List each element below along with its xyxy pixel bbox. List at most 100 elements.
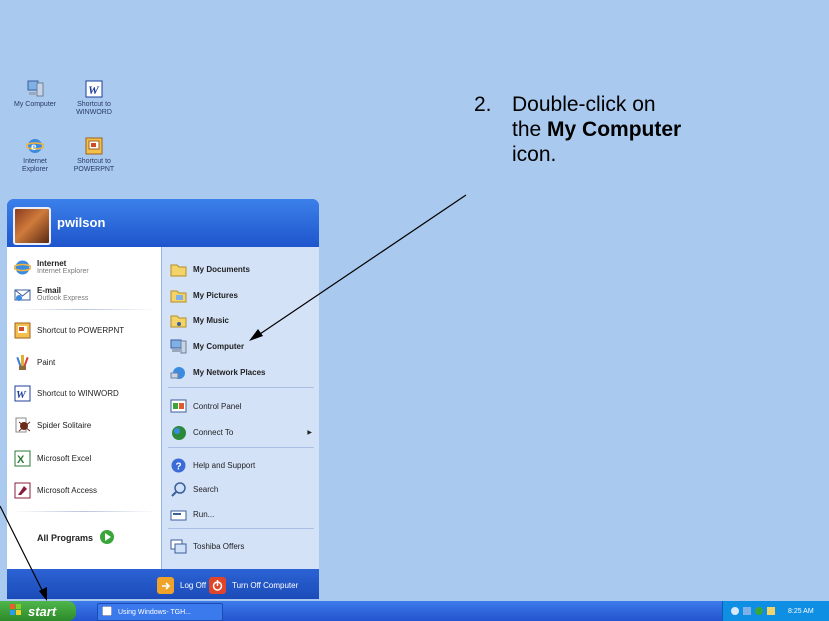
start-label: start (28, 603, 57, 619)
menu-item-label: Shortcut to POWERPNT (37, 325, 125, 335)
menu-item-label: Spider Solitaire (37, 420, 92, 430)
desktop-icon-internet-explorer[interactable]: e Internet Explorer (5, 137, 65, 174)
excel-icon: X (14, 450, 31, 467)
start-menu-header: pwilson (7, 199, 319, 247)
powerpoint-icon (14, 322, 31, 339)
menu-item-sublabel: Outlook Express (37, 295, 89, 302)
folder-icon (170, 261, 187, 278)
menu-item-email[interactable]: E-mail Outlook Express (14, 283, 88, 305)
help-icon: ? (170, 457, 187, 474)
menu-item-sublabel: Internet Explorer (37, 268, 89, 275)
svg-text:e: e (31, 142, 37, 153)
all-programs-label: All Programs (37, 533, 94, 543)
desktop-icon-winword[interactable]: W Shortcut to WINWORD (64, 80, 124, 117)
menu-item-spider-solitaire[interactable]: Spider Solitaire (14, 414, 91, 436)
menu-item-my-documents[interactable]: My Documents (170, 258, 250, 280)
word-icon (101, 605, 113, 618)
access-icon (14, 482, 31, 499)
desktop-icon-label: My Computer (13, 101, 56, 108)
step-number: 2. (474, 93, 492, 116)
start-button[interactable]: start (0, 601, 76, 621)
menu-item-label: My Pictures (193, 290, 238, 300)
taskbar-button-document[interactable]: Using Windows- TGH... (97, 603, 223, 621)
start-menu-footer: Log Off Turn Off Computer (7, 569, 319, 599)
menu-item-winword[interactable]: W Shortcut to WINWORD (14, 382, 119, 404)
taskbar: start Using Windows- TGH... 8:25 AM (0, 601, 829, 621)
connect-icon (170, 424, 187, 441)
desktop-icon-label: Explorer (21, 166, 49, 173)
windows-logo-icon (10, 603, 22, 619)
menu-item-toshiba-offers[interactable]: Toshiba Offers (170, 535, 244, 557)
divider (168, 447, 314, 448)
tray-icons[interactable] (730, 605, 780, 617)
instruction-bold: My Computer (547, 118, 682, 141)
network-icon (170, 364, 187, 381)
spider-icon (14, 417, 31, 434)
menu-item-my-network-places[interactable]: My Network Places (170, 361, 265, 383)
svg-text:X: X (17, 454, 25, 466)
folder-music-icon (170, 312, 187, 329)
menu-item-control-panel[interactable]: Control Panel (170, 395, 241, 417)
start-menu: pwilson Internet Internet Explorer E-mail… (7, 199, 319, 599)
menu-item-label: Control Panel (193, 401, 242, 411)
instruction-text: icon. (512, 143, 557, 166)
menu-item-excel[interactable]: X Microsoft Excel (14, 447, 91, 469)
menu-item-connect-to[interactable]: Connect To ▶ (170, 421, 312, 443)
menu-item-internet[interactable]: Internet Internet Explorer (13, 256, 89, 278)
menu-item-access[interactable]: Microsoft Access (14, 479, 97, 501)
power-icon (209, 576, 226, 594)
menu-item-label: Internet (37, 259, 67, 268)
menu-item-my-music[interactable]: My Music (170, 309, 229, 331)
start-menu-programs: Internet Internet Explorer E-mail Outlook … (7, 247, 161, 569)
menu-item-help-and-support[interactable]: ? Help and Support (170, 454, 255, 476)
all-programs-button[interactable]: All Programs (37, 527, 115, 549)
log-off-button[interactable]: Log Off (157, 574, 206, 596)
control-panel-icon (170, 398, 187, 415)
menu-item-label: Shortcut to WINWORD (37, 388, 119, 398)
desktop-icon-powerpnt[interactable]: Shortcut to POWERPNT (64, 137, 124, 174)
desktop-icon-label: Shortcut to (77, 101, 111, 108)
svg-text:W: W (88, 83, 100, 97)
menu-item-search[interactable]: Search (170, 478, 218, 500)
toshiba-icon (170, 538, 187, 555)
clock[interactable]: 8:25 AM (788, 608, 814, 615)
desktop-icon-label: Shortcut to (77, 158, 111, 165)
desktop-icon-label: WINWORD (76, 109, 112, 116)
paint-icon (14, 354, 31, 371)
menu-item-label: E-mail (37, 286, 62, 295)
log-off-label: Log Off (180, 580, 207, 590)
menu-item-label: Run... (193, 509, 215, 519)
menu-item-my-pictures[interactable]: My Pictures (170, 284, 238, 306)
desktop-icon-label: Internet (23, 158, 47, 165)
word-icon: W (14, 385, 31, 402)
task-label: Using Windows- TGH... (118, 608, 191, 616)
computer-icon (26, 80, 44, 98)
menu-item-label: Connect To (193, 427, 234, 437)
menu-item-label: Microsoft Excel (37, 453, 92, 463)
menu-item-run[interactable]: Run... (170, 503, 214, 525)
svg-text:?: ? (176, 461, 182, 472)
user-name: pwilson (57, 215, 106, 230)
menu-item-label: My Network Places (193, 367, 266, 377)
search-icon (170, 481, 187, 498)
computer-icon (170, 338, 187, 355)
avatar[interactable] (13, 207, 51, 245)
instruction-callout: 2. Double-click on the My Computer icon. (474, 92, 681, 167)
submenu-arrow-icon: ▶ (307, 429, 312, 436)
turn-off-button[interactable]: Turn Off Computer (209, 574, 298, 596)
divider (168, 528, 314, 529)
menu-item-powerpnt[interactable]: Shortcut to POWERPNT (14, 319, 124, 341)
desktop-icon-my-computer[interactable]: My Computer (5, 80, 65, 109)
menu-item-label: Microsoft Access (37, 485, 98, 495)
instruction-text: Double-click on (512, 93, 656, 116)
ie-icon: e (25, 137, 45, 155)
log-off-icon (157, 576, 174, 594)
menu-item-label: My Music (193, 315, 230, 325)
turn-off-label: Turn Off Computer (232, 580, 299, 590)
menu-item-my-computer[interactable]: My Computer (170, 335, 244, 357)
system-tray: 8:25 AM (722, 601, 829, 621)
menu-item-label: Paint (37, 357, 56, 367)
menu-item-paint[interactable]: Paint (14, 351, 55, 373)
run-icon (170, 506, 187, 523)
menu-item-label: My Computer (193, 341, 245, 351)
